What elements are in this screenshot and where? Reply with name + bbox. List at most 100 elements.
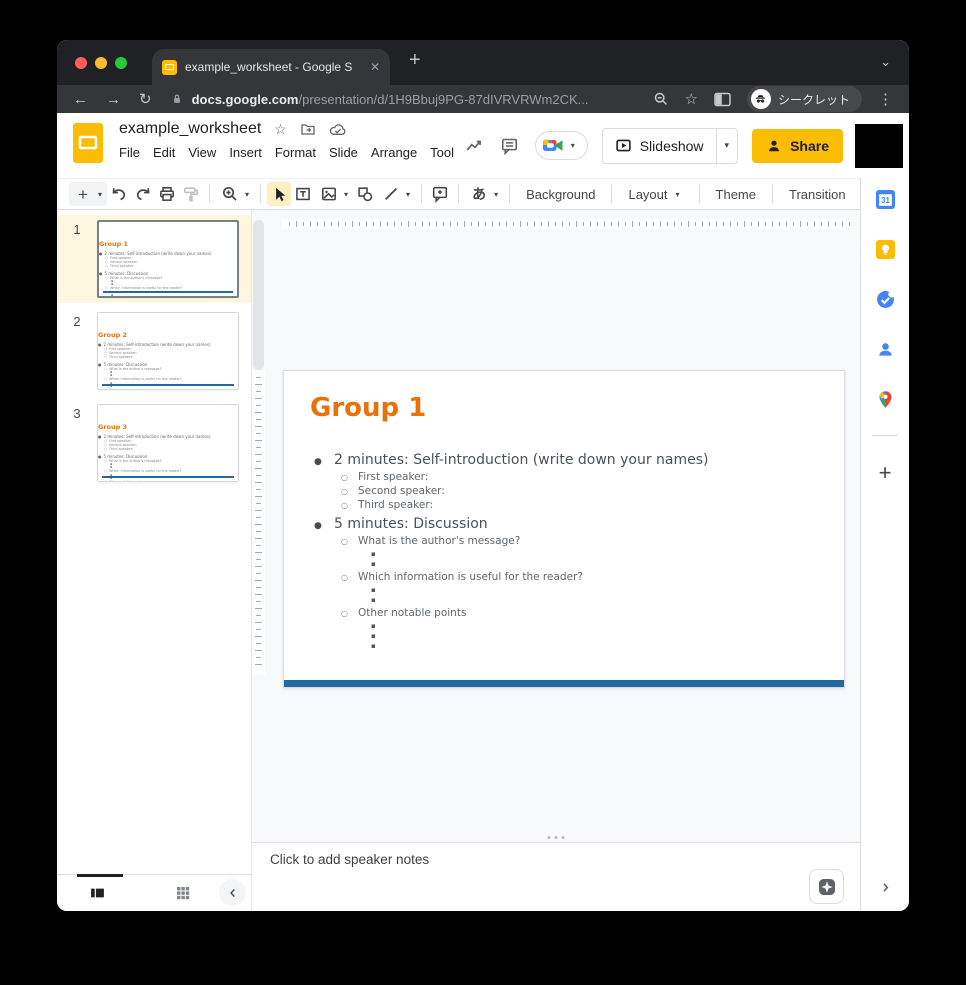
browser-tab[interactable]: example_worksheet - Google S ✕ xyxy=(152,49,390,85)
bullet-marker: ○ xyxy=(104,355,107,359)
layout-button[interactable]: Layout ▾ xyxy=(618,187,692,202)
insert-shape-button[interactable] xyxy=(353,182,377,206)
window-controls xyxy=(75,57,127,69)
share-button[interactable]: Share xyxy=(752,129,843,163)
slide-editor[interactable]: Group 1 ●2 minutes: Self-introduction (w… xyxy=(283,370,845,688)
undo-button[interactable] xyxy=(107,182,131,206)
new-slide-dropdown-icon[interactable]: ▾ xyxy=(95,190,105,199)
bullet-item[interactable]: ▪ xyxy=(314,585,828,595)
transition-button[interactable]: Transition xyxy=(779,187,856,202)
bullet-item[interactable]: ▪ xyxy=(314,559,828,569)
insert-image-button[interactable] xyxy=(317,182,341,206)
slide-thumbnail[interactable]: Group 3 ●2 minutes: Self-introduction (w… xyxy=(97,404,239,482)
bullet-item[interactable]: ○Third speaker: xyxy=(314,499,828,511)
insert-comment-button[interactable] xyxy=(428,182,452,206)
star-document-icon[interactable]: ☆ xyxy=(274,121,287,138)
zoom-button[interactable] xyxy=(218,182,242,206)
cloud-saved-icon[interactable] xyxy=(329,122,347,137)
maps-icon[interactable] xyxy=(876,390,895,409)
reload-button[interactable]: ↻ xyxy=(139,90,152,108)
bullet-item[interactable]: ●2 minutes: Self-introduction (write dow… xyxy=(314,452,828,468)
document-title[interactable]: example_worksheet xyxy=(119,120,261,138)
menu-format[interactable]: Format xyxy=(275,145,316,160)
user-avatar[interactable] xyxy=(855,124,903,168)
print-button[interactable] xyxy=(155,182,179,206)
calendar-icon[interactable]: 31 xyxy=(876,190,895,209)
move-to-folder-icon[interactable] xyxy=(300,121,316,137)
image-dropdown-icon[interactable]: ▾ xyxy=(341,190,351,199)
browser-zoom-icon[interactable] xyxy=(653,91,669,107)
slide-thumbnail[interactable]: Group 2 ●2 minutes: Self-introduction (w… xyxy=(97,312,239,390)
bullet-item[interactable]: ▪ xyxy=(314,595,828,605)
bullet-item[interactable]: ●5 minutes: Discussion xyxy=(314,516,828,532)
slide-body-text[interactable]: ●2 minutes: Self-introduction (write dow… xyxy=(314,447,828,651)
collapse-filmstrip-button[interactable] xyxy=(219,879,246,906)
theme-button[interactable]: Theme xyxy=(706,187,766,202)
forward-button[interactable]: → xyxy=(106,91,121,108)
comment-history-icon[interactable] xyxy=(500,137,519,155)
explore-sparkle-button[interactable] xyxy=(809,869,844,904)
grid-view-icon[interactable] xyxy=(175,885,191,901)
zoom-window-button[interactable] xyxy=(115,57,127,69)
close-window-button[interactable] xyxy=(75,57,87,69)
input-tools-dropdown-icon[interactable]: ▾ xyxy=(491,190,501,199)
slideshow-button[interactable]: Slideshow xyxy=(603,129,716,163)
side-panel-icon[interactable] xyxy=(714,92,731,107)
contacts-icon[interactable] xyxy=(876,340,895,359)
tab-search-chevron-icon[interactable]: ⌄ xyxy=(880,54,891,70)
keep-icon[interactable] xyxy=(876,240,895,259)
lock-icon[interactable] xyxy=(170,92,184,106)
bullet-item[interactable]: ▪ xyxy=(314,621,828,631)
activity-trend-icon[interactable] xyxy=(464,137,484,155)
bullet-item[interactable]: ▪ xyxy=(314,631,828,641)
filmstrip-slide-row[interactable]: 3 Group 3 ●2 minutes: Self-introduction … xyxy=(57,399,251,487)
menu-view[interactable]: View xyxy=(188,145,216,160)
input-tools-button[interactable]: あ xyxy=(467,182,491,206)
bullet-item[interactable]: ○Second speaker: xyxy=(314,485,828,497)
menu-arrange[interactable]: Arrange xyxy=(371,145,417,160)
menu-slide[interactable]: Slide xyxy=(329,145,358,160)
menu-file[interactable]: File xyxy=(119,145,140,160)
bullet-item[interactable]: ○Other notable points xyxy=(314,607,828,619)
url-bar[interactable]: docs.google.com/presentation/d/1H9Bbuj9P… xyxy=(192,92,589,107)
zoom-dropdown-icon[interactable]: ▾ xyxy=(242,190,252,199)
filmstrip-view-icon[interactable] xyxy=(89,885,106,901)
bullet-item[interactable]: ▪ xyxy=(314,641,828,651)
filmstrip-slide-row[interactable]: 2 Group 2 ●2 minutes: Self-introduction … xyxy=(57,307,251,395)
back-button[interactable]: ← xyxy=(73,91,88,108)
get-addons-button[interactable]: + xyxy=(879,462,892,484)
bullet-item[interactable]: ○What is the author's message? xyxy=(314,535,828,547)
incognito-badge[interactable]: シークレット xyxy=(747,86,862,112)
menu-insert[interactable]: Insert xyxy=(229,145,262,160)
expand-side-panel-button[interactable] xyxy=(878,880,893,895)
bullet-item[interactable]: ○First speaker: xyxy=(314,471,828,483)
background-button[interactable]: Background xyxy=(516,187,605,202)
bullet-marker: ○ xyxy=(341,487,358,496)
slides-logo-icon[interactable] xyxy=(73,123,103,163)
filmstrip-slide-row[interactable]: 1 Group 1 ●2 minutes: Self-introduction … xyxy=(57,215,251,303)
meet-call-button[interactable]: ▾ xyxy=(535,131,588,160)
filmstrip-scrollbar[interactable] xyxy=(253,220,264,370)
speaker-notes-input[interactable]: Click to add speaker notes xyxy=(270,852,429,867)
slideshow-dropdown[interactable]: ▾ xyxy=(716,129,738,163)
new-tab-button[interactable]: + xyxy=(409,49,421,72)
bullet-item[interactable]: ○Which information is useful for the rea… xyxy=(314,571,828,583)
notes-resize-handle[interactable] xyxy=(548,836,565,839)
paint-format-button[interactable] xyxy=(179,182,203,206)
browser-menu-icon[interactable]: ⋮ xyxy=(878,90,893,108)
tasks-icon[interactable] xyxy=(876,290,895,309)
text-box-button[interactable] xyxy=(291,182,315,206)
tab-close-icon[interactable]: ✕ xyxy=(370,60,380,74)
select-tool-button[interactable] xyxy=(267,182,291,206)
bookmark-star-icon[interactable]: ☆ xyxy=(685,90,698,108)
bullet-text: What is the author's message? xyxy=(109,367,161,371)
line-dropdown-icon[interactable]: ▾ xyxy=(403,190,413,199)
insert-line-button[interactable] xyxy=(379,182,403,206)
slide-title[interactable]: Group 1 xyxy=(310,393,426,423)
bullet-item[interactable]: ▪ xyxy=(314,549,828,559)
minimize-window-button[interactable] xyxy=(95,57,107,69)
redo-button[interactable] xyxy=(131,182,155,206)
new-slide-button[interactable]: + xyxy=(71,182,95,206)
menu-edit[interactable]: Edit xyxy=(153,145,175,160)
slide-thumbnail[interactable]: Group 1 ●2 minutes: Self-introduction (w… xyxy=(97,220,239,298)
